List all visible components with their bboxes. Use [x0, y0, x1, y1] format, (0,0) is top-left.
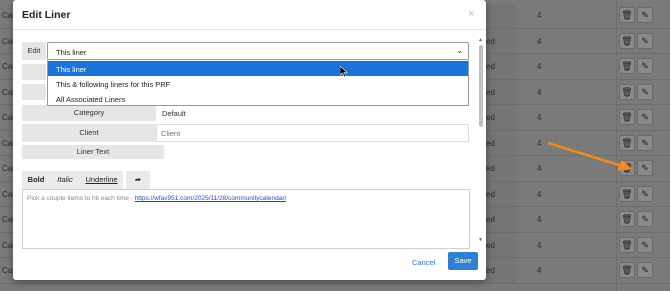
category-value: Default	[156, 105, 469, 121]
italic-button[interactable]: Italic	[50, 171, 80, 189]
liner-text-editor[interactable]: Pick a couple items to hit each time - h…	[22, 189, 470, 249]
liner-text-label: Liner Text	[22, 145, 164, 159]
hidden-label	[22, 64, 46, 80]
modal-scrollbar[interactable]: ▲ ▼	[478, 37, 484, 243]
underline-button[interactable]: Underline	[80, 171, 123, 189]
client-input[interactable]	[156, 124, 469, 142]
option-label: This liner	[56, 65, 87, 74]
scroll-down-icon[interactable]: ▼	[478, 237, 483, 243]
close-icon[interactable]: ×	[468, 8, 474, 20]
edit-scope-select[interactable]: This liner ⌄	[47, 42, 469, 60]
option-label: This & following liners for this PRF	[56, 80, 171, 89]
category-label: Category	[22, 105, 156, 121]
hidden-label	[22, 84, 46, 100]
mouse-cursor-icon	[340, 66, 348, 77]
scroll-up-icon[interactable]: ▲	[478, 37, 483, 43]
option-label: All Associated Liners	[56, 95, 126, 104]
edit-label: Edit	[22, 42, 46, 60]
category-text: Default	[162, 109, 186, 118]
edit-scope-value: This liner	[56, 48, 87, 57]
dropdown-option[interactable]: All Associated Liners	[48, 91, 468, 106]
redo-icon[interactable]: ➦	[126, 171, 150, 189]
edit-liner-modal: Edit Liner × Edit This liner ⌄ Category …	[13, 0, 486, 280]
editor-content: Pick a couple items to hit each time - h…	[27, 195, 286, 202]
chevron-down-icon: ⌄	[456, 46, 463, 55]
scrollbar-thumb[interactable]	[479, 45, 483, 127]
dropdown-option[interactable]: This liner	[48, 61, 468, 76]
modal-title: Edit Liner	[22, 9, 71, 21]
edit-scope-dropdown: This liner This & following liners for t…	[47, 60, 469, 106]
save-button[interactable]: Save	[448, 252, 478, 270]
editor-link[interactable]: https://wfav951.com/2025/11/28/community…	[135, 195, 287, 202]
client-label: Client	[22, 124, 156, 142]
cancel-button[interactable]: Cancel	[412, 258, 435, 267]
editor-text: Pick a couple items to hit each time -	[27, 195, 135, 202]
bold-button[interactable]: Bold	[22, 171, 50, 189]
modal-header	[13, 0, 486, 30]
dropdown-option[interactable]: This & following liners for this PRF	[48, 76, 468, 91]
